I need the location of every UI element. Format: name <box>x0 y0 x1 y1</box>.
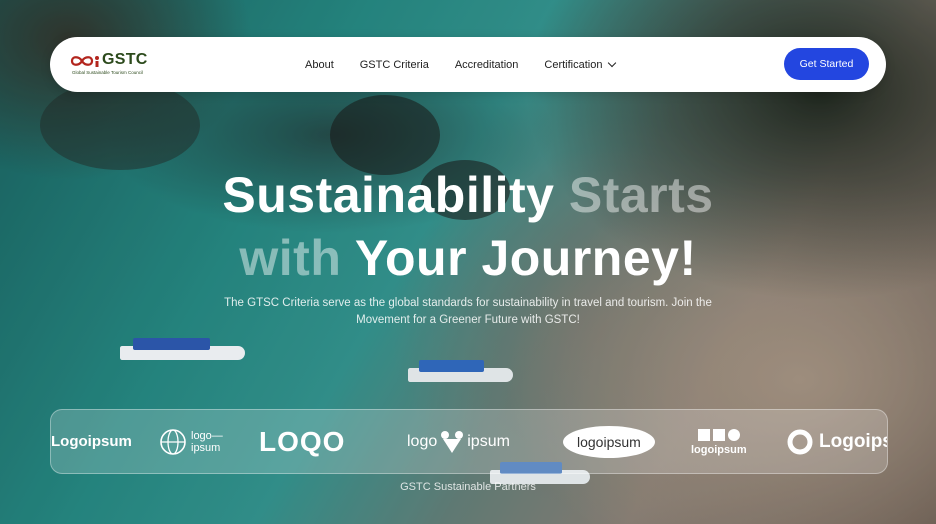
chevron-down-icon <box>608 58 617 68</box>
brand-name: GSTC <box>102 51 148 68</box>
nav-accreditation[interactable]: Accreditation <box>455 59 519 71</box>
boat <box>408 360 513 382</box>
partner-logo: logoipsum <box>691 410 747 473</box>
ring-icon <box>787 429 813 454</box>
partner-logo: logo— ipsum <box>159 410 223 473</box>
headline-word-dim: with <box>239 230 342 286</box>
headline-word-dim: Starts <box>568 167 714 223</box>
partner-logo-text: LOQO <box>259 425 346 457</box>
headline-word: Your Journey! <box>354 230 697 286</box>
globe-icon <box>160 428 186 455</box>
nav-gstc-criteria[interactable]: GSTC Criteria <box>360 59 429 71</box>
partner-logo-text: Logoipsum <box>51 433 132 450</box>
partners-caption: GSTC Sustainable Partners <box>400 481 536 493</box>
bear-icon <box>441 430 464 453</box>
headline-word: Sustainability <box>222 167 555 223</box>
boat <box>120 338 245 360</box>
partner-logo-text: Logoips <box>819 430 888 452</box>
partner-logo-text: ipsum <box>191 441 221 454</box>
partner-logo-text: logo— <box>191 429 223 442</box>
partner-logo-text: logo <box>407 432 438 450</box>
brand-tagline: Global Sustainable Tourism Council <box>72 70 143 75</box>
partner-logo: Logoips <box>787 410 888 473</box>
infinity-logo-icon <box>70 56 99 67</box>
navbar: GSTC Global Sustainable Tourism Council … <box>50 37 886 92</box>
brand-logo[interactable]: GSTC Global Sustainable Tourism Council <box>70 51 180 81</box>
main-menu: About GSTC Criteria Accreditation Certif… <box>305 37 641 92</box>
hero-headline-line1: Sustainability Starts <box>0 167 936 223</box>
squares-icon <box>697 428 740 441</box>
nav-about[interactable]: About <box>305 59 334 71</box>
get-started-button[interactable]: Get Started <box>784 48 869 80</box>
partner-logo-text: logoipsum <box>691 443 747 456</box>
partner-logos-strip: Logoipsum logo— ipsum LOQO logo ipsum lo… <box>50 409 888 474</box>
partner-logo-text: ipsum <box>467 432 510 450</box>
partner-logo: LOQO <box>259 410 345 473</box>
hero-headline-line2: with Your Journey! <box>0 230 936 286</box>
partner-logo: logo ipsum <box>407 410 510 473</box>
partner-logo-text: logoipsum <box>563 425 655 458</box>
partner-logo: Logoipsum <box>51 410 132 473</box>
nav-certification-label: Certification <box>544 58 603 71</box>
nav-certification[interactable]: Certification <box>544 58 617 71</box>
partner-logo: logoipsum <box>563 410 655 473</box>
hero-subtitle: The GTSC Criteria serve as the global st… <box>224 297 712 326</box>
